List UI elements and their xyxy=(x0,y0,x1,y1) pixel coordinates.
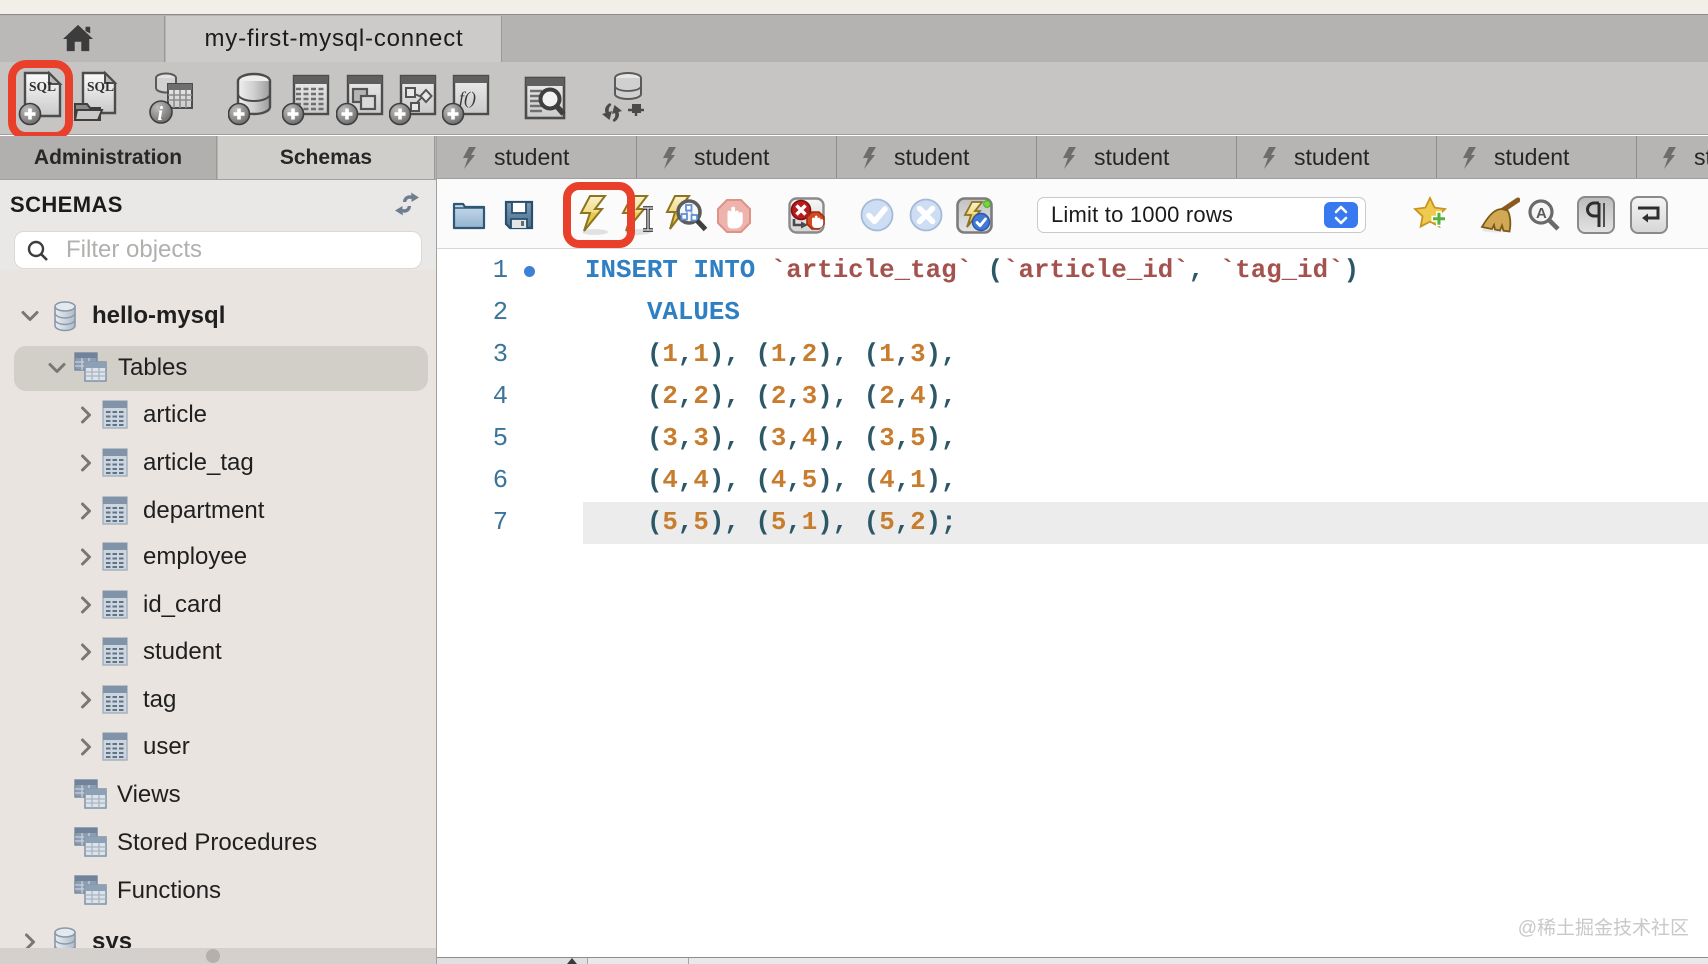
svg-text:A: A xyxy=(1536,205,1547,222)
svg-text:SQL: SQL xyxy=(87,79,114,94)
svg-text:f(): f() xyxy=(459,88,476,109)
svg-text:i: i xyxy=(158,103,164,125)
